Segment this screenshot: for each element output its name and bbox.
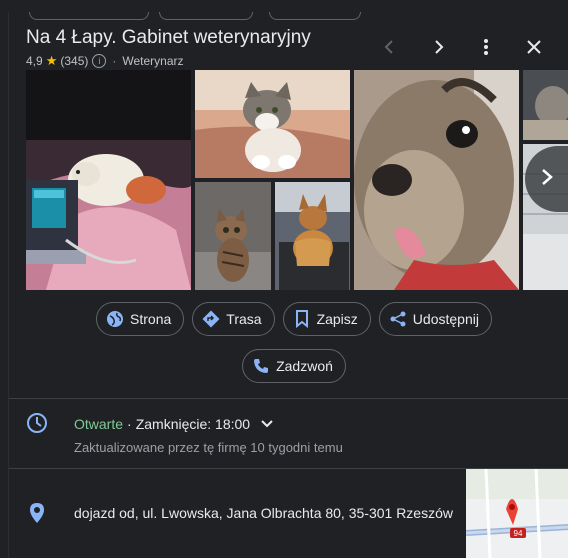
call-label: Zadzwoń xyxy=(276,358,333,374)
photo-cat-bed[interactable] xyxy=(195,70,350,178)
star-icon: ★ xyxy=(45,53,58,68)
call-button[interactable]: Zadzwoń xyxy=(242,349,346,383)
hours-summary[interactable]: Otwarte · Zamknięcie: 18:00 xyxy=(74,416,274,432)
separator-dot: · xyxy=(112,54,117,68)
top-chip-stub[interactable] xyxy=(159,12,253,20)
chevron-right-icon xyxy=(540,168,554,191)
clock-icon xyxy=(26,412,48,434)
info-icon[interactable]: i xyxy=(92,54,107,68)
share-label: Udostępnij xyxy=(412,311,479,327)
globe-icon xyxy=(106,310,124,328)
save-button[interactable]: Zapisz xyxy=(282,302,371,336)
closing-time: Zamknięcie: 18:00 xyxy=(135,416,251,432)
place-panel: Na 4 Łapy. Gabinet weterynaryjny 4,9 ★ (… xyxy=(8,12,568,558)
website-label: Strona xyxy=(130,311,172,327)
phone-icon xyxy=(252,357,270,375)
map-thumbnail[interactable]: 94 xyxy=(466,469,568,558)
save-label: Zapisz xyxy=(316,311,358,327)
chevron-left-icon[interactable] xyxy=(377,34,403,60)
photo-dog-shirt[interactable] xyxy=(275,182,350,290)
top-chip-stub[interactable] xyxy=(29,12,149,20)
bookmark-icon xyxy=(293,310,311,328)
top-chip-stub[interactable] xyxy=(269,12,361,20)
chevron-right-icon[interactable] xyxy=(425,34,451,60)
place-category[interactable]: Weterynarz xyxy=(122,54,183,68)
more-vert-icon[interactable] xyxy=(473,34,499,60)
address-text[interactable]: dojazd od, ul. Lwowska, Jana Olbrachta 8… xyxy=(74,505,453,521)
separator-dot: · xyxy=(127,416,132,432)
review-count[interactable]: (345) xyxy=(60,54,88,68)
directions-icon xyxy=(202,310,220,328)
close-icon[interactable] xyxy=(521,34,547,60)
header-actions xyxy=(377,34,547,60)
photo-cat-partial[interactable] xyxy=(523,70,568,140)
chevron-down-icon[interactable] xyxy=(260,416,274,432)
share-icon xyxy=(389,310,407,328)
action-chips: Strona Trasa Zapisz Udostępnij xyxy=(9,302,568,336)
photo-dog-vet[interactable] xyxy=(26,70,191,290)
route-label: Trasa xyxy=(226,311,262,327)
photo-dog-closeup[interactable] xyxy=(354,70,519,290)
divider xyxy=(9,398,568,399)
photo-gallery xyxy=(26,70,568,290)
share-button[interactable]: Udostępnij xyxy=(378,302,492,336)
location-pin-icon xyxy=(26,502,48,524)
rating-value: 4,9 xyxy=(26,54,43,68)
hours-updated-note: Zaktualizowane przez tę firmę 10 tygodni… xyxy=(74,440,343,455)
open-status: Otwarte xyxy=(74,416,124,432)
action-chips-row2: Zadzwoń xyxy=(9,349,568,383)
website-button[interactable]: Strona xyxy=(96,302,185,336)
photo-kitten[interactable] xyxy=(195,182,271,290)
map-road-label: 94 xyxy=(514,529,523,538)
route-button[interactable]: Trasa xyxy=(192,302,275,336)
